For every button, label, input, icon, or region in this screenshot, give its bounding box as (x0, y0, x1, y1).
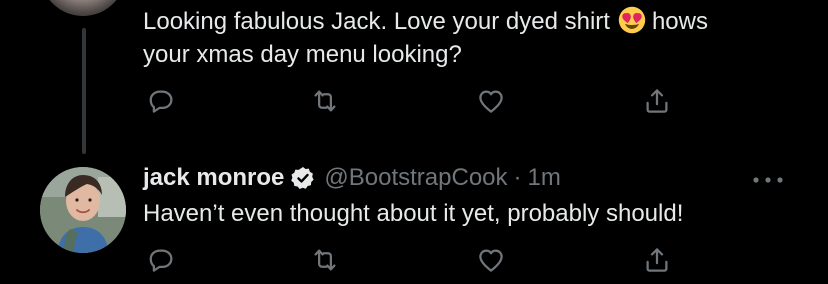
more-options-button[interactable] (750, 170, 786, 190)
share-icon (646, 248, 668, 272)
heart-icon (479, 90, 503, 113)
retweet-icon (314, 90, 336, 112)
timestamp[interactable]: 1m (528, 164, 561, 192)
user-handle[interactable]: @BootstrapCook (324, 164, 507, 192)
tweet-text: Haven’t even thought about it yet, proba… (143, 200, 684, 227)
tweet-text-line-1: Looking fabulous Jack. Love your dyed sh… (143, 6, 708, 35)
tweet-text-line-2: your xmas day menu looking? (143, 41, 462, 68)
reply-button[interactable] (145, 244, 179, 276)
display-name[interactable]: jack monroe (143, 164, 284, 192)
avatar-previous-tweet[interactable] (40, 0, 126, 16)
tweet-actions (143, 244, 703, 276)
retweet-button[interactable] (308, 244, 342, 276)
thread-connector-line (82, 28, 86, 154)
heart-eyes-emoji-icon (618, 6, 646, 34)
share-button[interactable] (640, 244, 674, 276)
reply-icon (149, 90, 173, 113)
reply-button[interactable] (145, 85, 179, 117)
separator-dot: · (513, 164, 522, 191)
avatar-photo (40, 167, 126, 253)
retweet-icon (314, 249, 336, 271)
like-button[interactable] (474, 85, 508, 117)
verified-badge-icon (291, 166, 315, 189)
tweet-text-previous: Looking fabulous Jack. Love your dyed sh… (143, 5, 708, 71)
heart-icon (479, 249, 503, 272)
avatar[interactable] (40, 167, 126, 253)
tweet-header: jack monroe @BootstrapCook · 1m (143, 162, 561, 194)
more-options-icon (753, 177, 783, 183)
tweet-actions-previous (143, 85, 703, 117)
retweet-button[interactable] (308, 85, 342, 117)
share-button[interactable] (640, 85, 674, 117)
reply-icon (149, 249, 173, 272)
like-button[interactable] (474, 244, 508, 276)
share-icon (646, 89, 668, 113)
